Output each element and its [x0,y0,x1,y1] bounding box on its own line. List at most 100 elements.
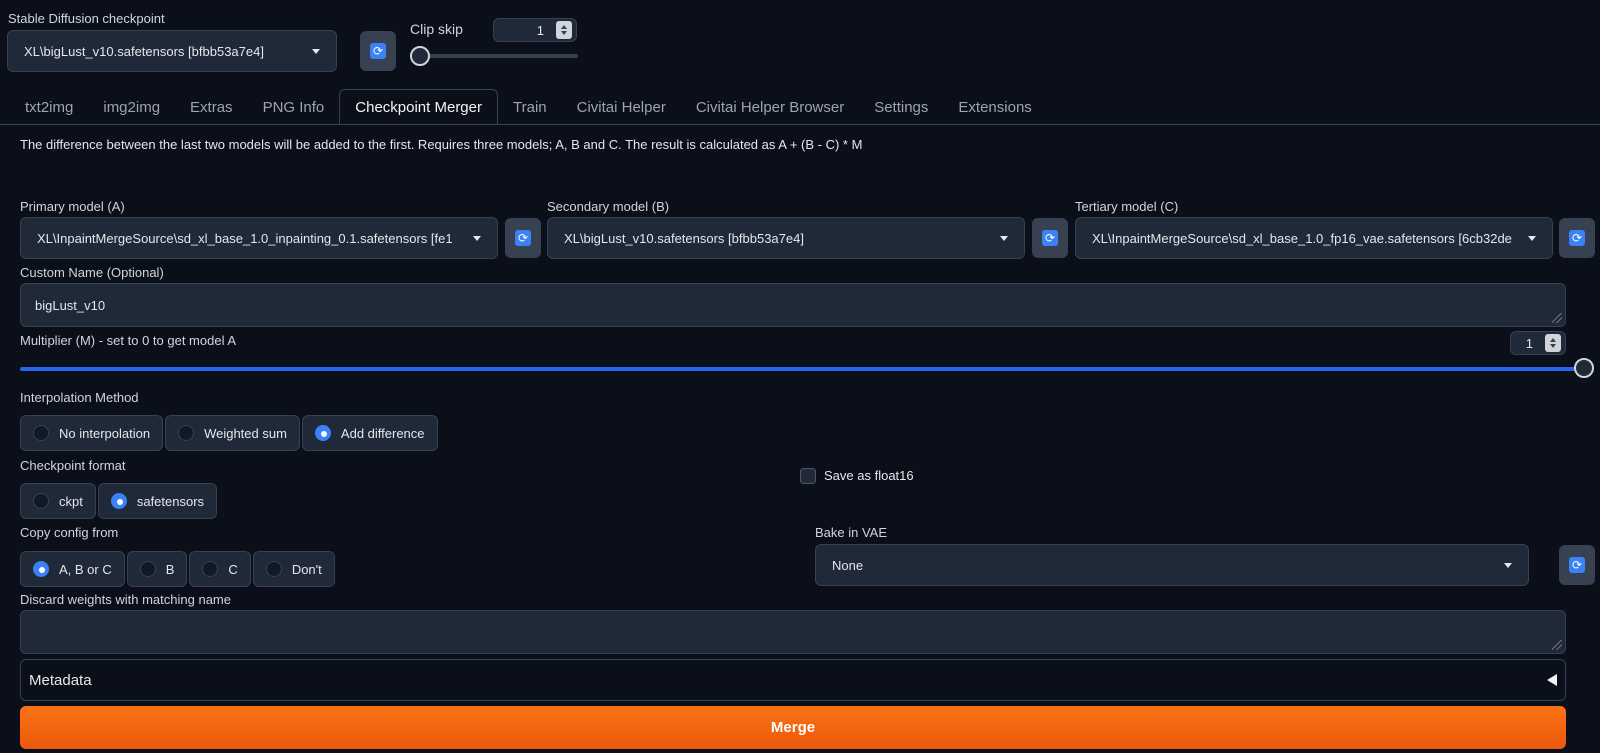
chevron-down-icon [473,235,481,241]
radio-icon [33,561,49,577]
tertiary-model-value: XL\InpaintMergeSource\sd_xl_base_1.0_fp1… [1092,230,1512,246]
multiplier-value: 1 [1525,335,1533,351]
radio-icon [202,561,219,577]
custom-name-value: bigLust_v10 [35,297,106,313]
primary-model-value: XL\InpaintMergeSource\sd_xl_base_1.0_inp… [37,230,453,246]
radio-icon [110,493,127,509]
merger-description: The difference between the last two mode… [20,137,863,152]
tab-civitai-helper[interactable]: Civitai Helper [562,89,681,125]
metadata-label: Metadata [29,671,92,689]
refresh-icon: ⟳ [1569,557,1585,573]
primary-model-label: Primary model (A) [20,199,125,214]
secondary-model-label: Secondary model (B) [547,199,670,214]
merge-button[interactable]: Merge [20,706,1566,749]
copy-config-option-a-b-or-c[interactable]: A, B or C [20,551,125,587]
tab-divider [0,124,1600,125]
refresh-icon: ⟳ [370,43,386,59]
copy-config-option-c[interactable]: C [189,551,251,587]
triangle-left-icon [1547,674,1557,686]
checkpoint-refresh-button[interactable]: ⟳ [360,31,396,71]
tab-train[interactable]: Train [498,89,562,125]
interpolation-radio-group: No interpolation Weighted sum Add differen… [20,415,438,451]
format-option-safetensors[interactable]: safetensors [97,483,218,519]
copy-config-option-label: B [165,561,175,577]
tab-extensions[interactable]: Extensions [943,89,1046,125]
tab-checkpoint-merger[interactable]: Checkpoint Merger [339,89,498,125]
save-float16-label: Save as float16 [824,468,914,483]
refresh-icon: ⟳ [1569,230,1585,246]
format-option-label: safetensors [136,493,205,509]
chevron-down-icon [1528,235,1536,241]
chevron-down-icon [1000,235,1008,241]
tab-txt2img[interactable]: txt2img [10,89,88,125]
tab-bar: txt2img img2img Extras PNG Info Checkpoint M… [10,89,1047,125]
copy-config-radio-group: A, B or C B C Don't [20,551,335,587]
refresh-icon: ⟳ [515,230,531,246]
format-option-ckpt[interactable]: ckpt [20,483,96,519]
resize-grip-icon[interactable] [1552,313,1562,323]
tertiary-model-dropdown[interactable]: XL\InpaintMergeSource\sd_xl_base_1.0_fp1… [1075,217,1553,259]
tertiary-refresh-button[interactable]: ⟳ [1559,218,1595,258]
interpolation-option-label: Add difference [340,425,425,441]
clip-skip-label: Clip skip [410,21,463,37]
tab-extras[interactable]: Extras [175,89,248,125]
bake-vae-dropdown[interactable]: None [815,544,1529,586]
checkpoint-format-label: Checkpoint format [20,458,126,473]
custom-name-input[interactable]: bigLust_v10 [20,283,1566,327]
metadata-accordion[interactable]: Metadata [20,659,1566,701]
radio-icon [33,425,49,441]
multiplier-slider-fill [20,367,1584,371]
clip-skip-value: 1 [536,22,544,38]
checkpoint-dropdown[interactable]: XL\bigLust_v10.safetensors [bfbb53a7e4] [7,30,337,72]
radio-icon [265,561,282,577]
multiplier-spinner[interactable] [1545,334,1561,352]
primary-model-dropdown[interactable]: XL\InpaintMergeSource\sd_xl_base_1.0_inp… [20,217,498,259]
interpolation-option-label: No interpolation [59,425,151,441]
radio-icon [33,493,49,509]
clip-skip-spinner[interactable] [556,21,572,39]
resize-grip-icon[interactable] [1552,640,1562,650]
interpolation-option-label: Weighted sum [204,425,287,441]
clip-skip-slider-handle[interactable] [410,46,430,66]
refresh-icon: ⟳ [1042,230,1058,246]
multiplier-label: Multiplier (M) - set to 0 to get model A [20,333,237,348]
copy-config-option-label: C [228,561,238,577]
bake-vae-value: None [832,557,864,573]
tab-settings[interactable]: Settings [859,89,943,125]
copy-config-option-b[interactable]: B [126,551,188,587]
radio-icon [139,561,156,577]
discard-weights-label: Discard weights with matching name [20,592,231,607]
copy-config-option-don-t[interactable]: Don't [252,551,335,587]
copy-config-option-label: A, B or C [59,561,112,577]
interpolation-option-weighted-sum[interactable]: Weighted sum [165,415,300,451]
custom-name-label: Custom Name (Optional) [20,265,164,280]
clip-skip-slider-track[interactable] [420,54,578,58]
secondary-model-dropdown[interactable]: XL\bigLust_v10.safetensors [bfbb53a7e4] [547,217,1025,259]
discard-weights-input[interactable] [20,610,1566,654]
chevron-down-icon [312,48,320,54]
multiplier-slider-handle[interactable] [1574,358,1594,378]
bake-vae-label: Bake in VAE [815,525,888,540]
multiplier-input[interactable]: 1 [1510,331,1566,355]
interpolation-option-add-difference[interactable]: Add difference [301,415,438,451]
chevron-down-icon [1504,562,1512,568]
primary-refresh-button[interactable]: ⟳ [505,218,541,258]
interpolation-option-no-interpolation[interactable]: No interpolation [20,415,164,451]
tertiary-model-label: Tertiary model (C) [1075,199,1179,214]
save-float16-checkbox[interactable] [800,468,816,484]
tab-civitai-helper-browser[interactable]: Civitai Helper Browser [681,89,859,125]
checkpoint-value: XL\bigLust_v10.safetensors [bfbb53a7e4] [24,43,264,59]
radio-icon [314,425,331,441]
radio-icon [178,425,195,441]
multiplier-slider-track[interactable] [20,367,1584,371]
copy-config-label: Copy config from [20,525,119,540]
vae-refresh-button[interactable]: ⟳ [1559,545,1595,585]
checkpoint-format-radio-group: ckpt safetensors [20,483,218,519]
format-option-label: ckpt [59,493,83,509]
tab-img2img[interactable]: img2img [88,89,175,125]
clip-skip-input[interactable]: 1 [493,18,577,42]
secondary-model-value: XL\bigLust_v10.safetensors [bfbb53a7e4] [564,230,804,246]
secondary-refresh-button[interactable]: ⟳ [1032,218,1068,258]
tab-png-info[interactable]: PNG Info [248,89,340,125]
interpolation-label: Interpolation Method [20,390,139,405]
